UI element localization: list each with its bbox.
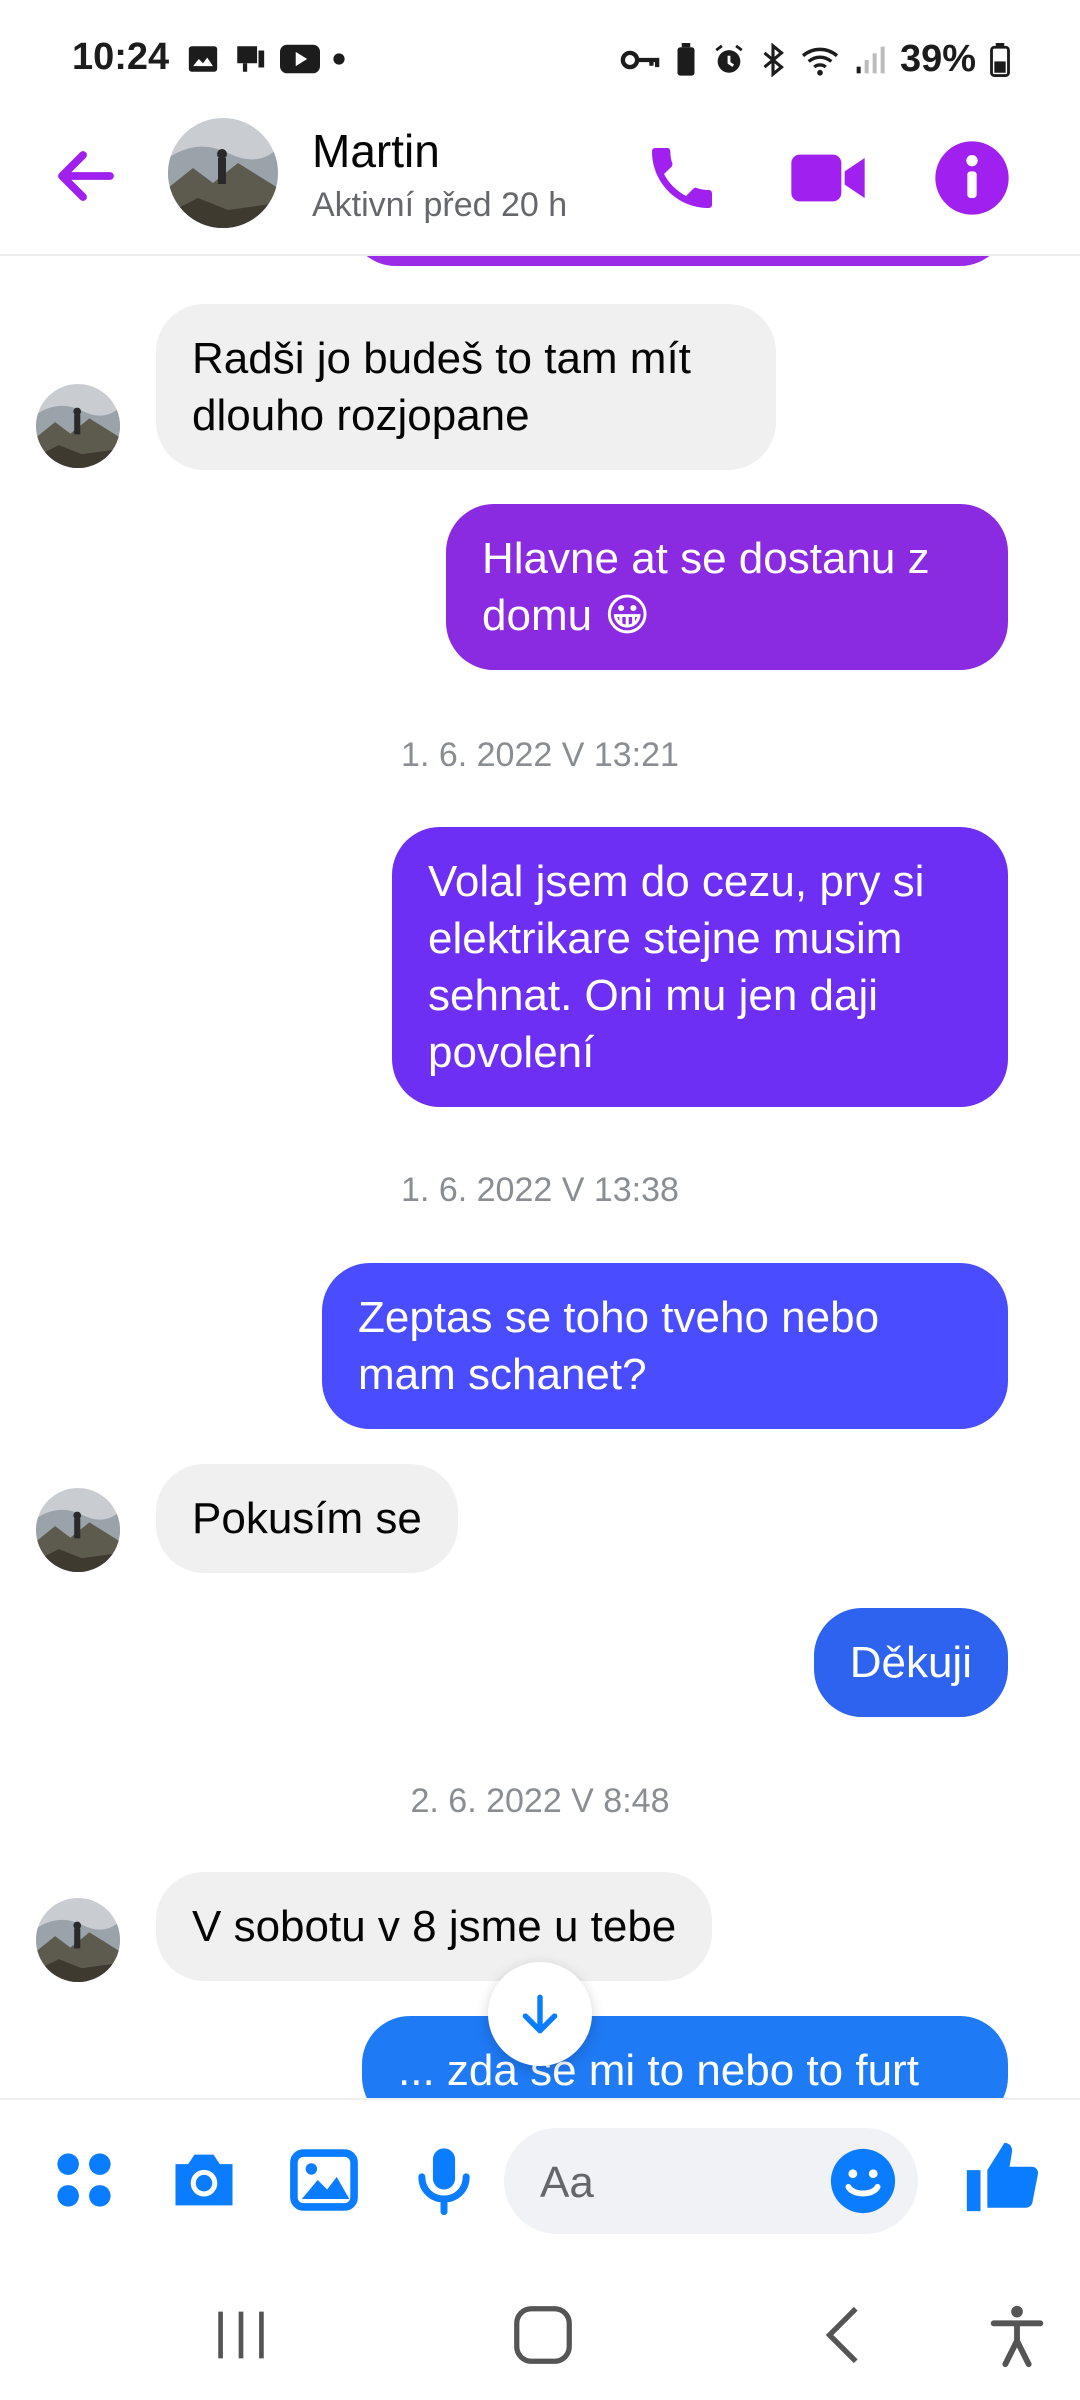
status-bar: 10:24 39% [0, 0, 1080, 120]
phone-icon[interactable] [642, 138, 722, 218]
back-arrow-icon[interactable] [50, 140, 122, 212]
camera-icon[interactable] [166, 2142, 242, 2218]
youtube-notification-icon [280, 44, 320, 74]
image-icon[interactable] [286, 2142, 362, 2218]
more-dot-icon [333, 53, 345, 65]
message-input[interactable]: Aa [504, 2128, 918, 2234]
message-bubble-outgoing[interactable]: Volal jsem do cezu, pry si elektrikare s… [392, 827, 1008, 1107]
timestamp: 2. 6. 2022 V 8:48 [410, 1782, 670, 1820]
back-icon[interactable] [812, 2300, 882, 2370]
timestamp: 1. 6. 2022 V 13:21 [401, 736, 679, 774]
wifi-icon [801, 47, 839, 76]
message-bubble-incoming[interactable]: Radši jo budeš to tam mít dlouho rozjopa… [156, 304, 776, 470]
message-list[interactable]: Radši jo budeš to tam mít dlouho rozjopa… [0, 256, 1080, 2098]
device-notification-icon [237, 46, 265, 72]
status-time: 10:24 [72, 36, 170, 78]
bluetooth-icon [763, 42, 784, 77]
system-navigation-bar [0, 2258, 1080, 2400]
sender-avatar[interactable] [36, 384, 120, 468]
battery-icon [990, 42, 1010, 77]
signal-icon [856, 46, 885, 73]
gallery-notification-icon [188, 46, 218, 72]
message-bubble-outgoing[interactable]: Děkuji [813, 1608, 1008, 1717]
accessibility-icon[interactable] [982, 2300, 1052, 2370]
vpn-key-icon [620, 50, 660, 69]
contact-status: Aktivní před 20 h [312, 186, 568, 224]
battery-saver-icon [677, 42, 695, 76]
scroll-to-bottom-button[interactable] [488, 1962, 592, 2066]
contact-avatar[interactable] [168, 118, 278, 228]
timestamp: 1. 6. 2022 V 13:38 [401, 1171, 679, 1209]
thumbs-up-icon[interactable] [960, 2136, 1042, 2218]
contact-name[interactable]: Martin [312, 124, 440, 178]
arrow-down-icon [522, 1994, 558, 2034]
info-icon[interactable] [932, 138, 1012, 218]
composer-bar: Aa [0, 2098, 1080, 2258]
alarm-icon [715, 44, 743, 73]
message-bubble-partial[interactable] [348, 256, 1008, 266]
message-bubble-outgoing[interactable]: Hlavne at se dostanu z domu 😀 [446, 504, 1008, 670]
microphone-icon[interactable] [406, 2142, 482, 2218]
notification-icons [186, 42, 346, 76]
emoji-icon[interactable] [828, 2146, 898, 2216]
message-bubble-outgoing[interactable]: ... zda se mi to nebo to furt [362, 2016, 1008, 2098]
message-bubble-incoming[interactable]: Pokusím se [156, 1464, 458, 1573]
battery-percent: 39% [899, 38, 976, 80]
system-icons: 39% [620, 38, 1010, 81]
sender-avatar[interactable] [36, 1488, 120, 1572]
message-bubble-outgoing[interactable]: Zeptas se toho tveho nebo mam schanet? [322, 1263, 1008, 1429]
menu-dots-icon[interactable] [46, 2142, 122, 2218]
recent-apps-icon[interactable] [206, 2300, 276, 2370]
video-camera-icon[interactable] [788, 138, 868, 218]
chat-header: Martin Aktivní před 20 h [0, 110, 1080, 256]
message-bubble-incoming[interactable]: V sobotu v 8 jsme u tebe [156, 1872, 713, 1981]
message-input-placeholder: Aa [540, 2158, 594, 2207]
sender-avatar[interactable] [36, 1898, 120, 1982]
home-icon[interactable] [508, 2300, 578, 2370]
